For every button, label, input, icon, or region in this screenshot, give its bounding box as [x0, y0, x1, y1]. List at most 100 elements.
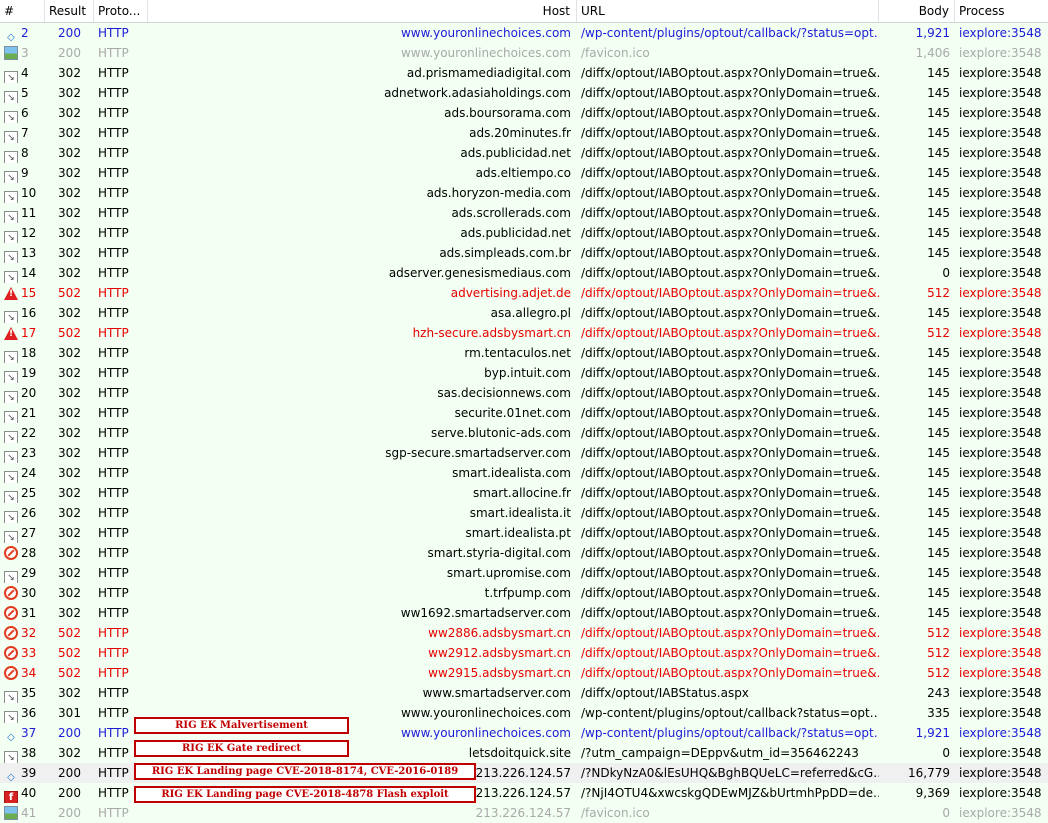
host-cell: smart.allocine.fr	[472, 486, 571, 500]
session-row[interactable]: ↘ 12 302 HTTP ads.publicidad.net/diffx/optou…	[0, 223, 1048, 243]
url-cell: /diffx/optout/IABOptout.aspx?OnlyDomain=…	[581, 526, 879, 540]
session-number: 7	[21, 126, 29, 140]
result-cell: 302	[58, 106, 81, 120]
url-cell: /diffx/optout/IABOptout.aspx?OnlyDomain=…	[581, 546, 879, 560]
column-header-num[interactable]: #	[0, 0, 45, 22]
url-cell: /diffx/optout/IABOptout.aspx?OnlyDomain=…	[581, 466, 879, 480]
host-cell: serve.blutonic-ads.com	[430, 426, 571, 440]
session-row[interactable]: ↘ 11 302 HTTP ads.scrollerads.com/diffx/opto…	[0, 203, 1048, 223]
result-cell: 302	[58, 306, 81, 320]
body-size-cell: 512	[927, 286, 950, 300]
session-row[interactable]: ! 17 502 HTTP hzh-secure.adsbysmart.cn/diffx…	[0, 323, 1048, 343]
process-cell: iexplore:3548	[959, 626, 1042, 640]
process-cell: iexplore:3548	[959, 366, 1042, 380]
session-row[interactable]: ! 15 502 HTTP advertising.adjet.de/diffx/opt…	[0, 283, 1048, 303]
session-row[interactable]: ↘ 13 302 HTTP ads.simpleads.com.br/diffx/opt…	[0, 243, 1048, 263]
body-size-cell: 145	[927, 186, 950, 200]
session-row[interactable]: ↘ 16 302 HTTP asa.allegro.pl/diffx/optout/IA…	[0, 303, 1048, 323]
session-row[interactable]: ↘ 19 302 HTTP byp.intuit.com/diffx/optout/IA…	[0, 363, 1048, 383]
column-header-result[interactable]: Result	[45, 0, 94, 22]
process-cell: iexplore:3548	[959, 726, 1042, 740]
session-row[interactable]: ↘ 4 302 HTTP ad.prismamediadigital.com/diffx…	[0, 63, 1048, 83]
session-row[interactable]: ↘ 24 302 HTTP smart.idealista.com/diffx/opto…	[0, 463, 1048, 483]
result-cell: 302	[58, 486, 81, 500]
session-row[interactable]: ↘ 8 302 HTTP ads.publicidad.net/diffx/optout…	[0, 143, 1048, 163]
url-cell: /diffx/optout/IABOptout.aspx?OnlyDomain=…	[581, 106, 879, 120]
host-cell: t.trfpump.com	[484, 586, 571, 600]
result-cell: 200	[58, 766, 81, 780]
protocol-cell: HTTP	[98, 406, 129, 420]
session-row[interactable]: ↘ 23 302 HTTP sgp-secure.smartadserver.com/d…	[0, 443, 1048, 463]
result-cell: 200	[58, 46, 81, 60]
session-row[interactable]: 28 302 HTTP smart.styria-digital.com/diffx/…	[0, 543, 1048, 563]
body-size-cell: 145	[927, 446, 950, 460]
process-cell: iexplore:3548	[959, 706, 1042, 720]
protocol-cell: HTTP	[98, 526, 129, 540]
session-row[interactable]: ↘ 5 302 HTTP adnetwork.adasiaholdings.com/di…	[0, 83, 1048, 103]
arrows-icon: ◇	[7, 772, 15, 783]
session-row[interactable]: 3 200 HTTP www.youronlinechoices.com/favico…	[0, 43, 1048, 63]
session-row[interactable]: ◇ 2 200 HTTP www.youronlinechoices.com/wp-co…	[0, 23, 1048, 43]
result-cell: 302	[58, 446, 81, 460]
redirect-icon: ↘	[4, 311, 18, 323]
process-cell: iexplore:3548	[959, 26, 1042, 40]
body-size-cell: 1,921	[915, 26, 950, 40]
session-row[interactable]: ↘ 22 302 HTTP serve.blutonic-ads.com/diffx/o…	[0, 423, 1048, 443]
session-row[interactable]: ↘ 6 302 HTTP ads.boursorama.com/diffx/optout…	[0, 103, 1048, 123]
body-size-cell: 1,921	[915, 726, 950, 740]
host-cell: smart.idealista.pt	[465, 526, 571, 540]
body-size-cell: 335	[927, 706, 950, 720]
session-row[interactable]: 32 502 HTTP ww2886.adsbysmart.cn/diffx/opto…	[0, 623, 1048, 643]
session-row[interactable]: 33 502 HTTP ww2912.adsbysmart.cn/diffx/opto…	[0, 643, 1048, 663]
session-row[interactable]: ↘ 7 302 HTTP ads.20minutes.fr/diffx/optout/I…	[0, 123, 1048, 143]
protocol-cell: HTTP	[98, 806, 129, 820]
session-row[interactable]: ↘ 18 302 HTTP rm.tentaculos.net/diffx/optout…	[0, 343, 1048, 363]
session-row[interactable]: ↘ 9 302 HTTP ads.eltiempo.co/diffx/optout/IA…	[0, 163, 1048, 183]
session-row[interactable]: ↘ 25 302 HTTP smart.allocine.fr/diffx/optout…	[0, 483, 1048, 503]
column-header-body[interactable]: Body	[879, 0, 955, 22]
url-cell: /wp-content/plugins/optout/callback/?sta…	[581, 26, 879, 40]
host-cell: ww1692.smartadserver.com	[400, 606, 571, 620]
session-number: 3	[21, 46, 29, 60]
session-row[interactable]: 31 302 HTTP ww1692.smartadserver.com/diffx/…	[0, 603, 1048, 623]
session-row[interactable]: 30 302 HTTP t.trfpump.com/diffx/optout/IABO…	[0, 583, 1048, 603]
session-row[interactable]: ↘ 20 302 HTTP sas.decisionnews.com/diffx/opt…	[0, 383, 1048, 403]
process-cell: iexplore:3548	[959, 566, 1042, 580]
session-number: 39	[21, 766, 37, 780]
session-number: 37	[21, 726, 37, 740]
session-row[interactable]: 34 502 HTTP ww2915.adsbysmart.cn/diffx/opto…	[0, 663, 1048, 683]
result-cell: 302	[58, 606, 81, 620]
session-number: 28	[21, 546, 37, 560]
session-row[interactable]: ↘ 14 302 HTTP adserver.genesismediaus.com/di…	[0, 263, 1048, 283]
result-cell: 302	[58, 526, 81, 540]
session-number: 14	[21, 266, 37, 280]
protocol-cell: HTTP	[98, 106, 129, 120]
session-row[interactable]: ↘ 26 302 HTTP smart.idealista.it/diffx/optou…	[0, 503, 1048, 523]
session-row[interactable]: ↘ 29 302 HTTP smart.upromise.com/diffx/optou…	[0, 563, 1048, 583]
result-cell: 302	[58, 386, 81, 400]
url-cell: /diffx/optout/IABOptout.aspx?OnlyDomain=…	[581, 226, 879, 240]
redirect-icon: ↘	[4, 471, 18, 483]
url-cell: /diffx/optout/IABOptout.aspx?OnlyDomain=…	[581, 66, 879, 80]
column-header-host[interactable]: Host	[148, 0, 577, 22]
process-cell: iexplore:3548	[959, 646, 1042, 660]
session-number-cell: ↘ 14	[0, 263, 45, 283]
url-cell: /diffx/optout/IABOptout.aspx?OnlyDomain=…	[581, 266, 879, 280]
result-cell: 302	[58, 426, 81, 440]
body-size-cell: 0	[942, 266, 950, 280]
column-header-url[interactable]: URL	[577, 0, 879, 22]
body-size-cell: 145	[927, 426, 950, 440]
process-cell: iexplore:3548	[959, 506, 1042, 520]
column-header-protocol[interactable]: Proto...	[94, 0, 148, 22]
column-header-process[interactable]: Process	[955, 0, 1048, 22]
session-row[interactable]: ↘ 10 302 HTTP ads.horyzon-media.com/diffx/op…	[0, 183, 1048, 203]
session-row[interactable]: ↘ 35 302 HTTP www.smartadserver.com/diffx/op…	[0, 683, 1048, 703]
result-cell: 302	[58, 546, 81, 560]
session-row[interactable]: 41 200 HTTP 213.226.124.57/favicon.ico 0 iexp…	[0, 803, 1048, 823]
session-row[interactable]: ↘ 27 302 HTTP smart.idealista.pt/diffx/optou…	[0, 523, 1048, 543]
session-row[interactable]: ↘ 21 302 HTTP securite.01net.com/diffx/optou…	[0, 403, 1048, 423]
blocked-icon	[4, 626, 18, 640]
result-cell: 302	[58, 146, 81, 160]
process-cell: iexplore:3548	[959, 666, 1042, 680]
host-cell: www.youronlinechoices.com	[400, 46, 571, 60]
